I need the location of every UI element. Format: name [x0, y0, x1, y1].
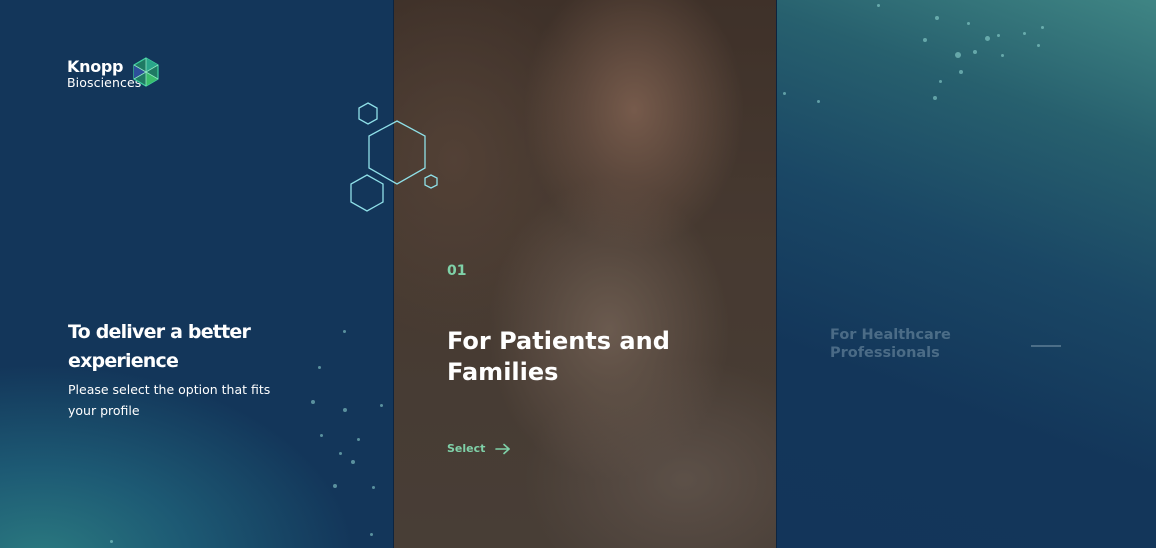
option-card-patients[interactable]: 01 For Patients and Families Select	[393, 0, 777, 548]
intro-panel: Knopp Biosciences To deliver a better ex…	[0, 0, 393, 548]
arrow-right-icon	[495, 443, 511, 454]
select-button-label: Select	[447, 442, 486, 455]
intro-block: To deliver a better experience Please se…	[68, 318, 298, 421]
hexagon-decoration-icon	[350, 102, 438, 212]
company-logo[interactable]: Knopp Biosciences	[67, 57, 159, 90]
option-number: 01	[447, 263, 467, 279]
option-title: For Patients and Families	[447, 327, 670, 386]
intro-subheading: Please select the option that fits your …	[68, 382, 271, 418]
option-title: For Healthcare Professionals	[830, 327, 951, 361]
option-dash-divider	[1031, 345, 1061, 347]
option-card-professionals[interactable]: For Healthcare Professionals	[777, 0, 1156, 548]
molecule-logo-icon	[133, 57, 159, 87]
select-button[interactable]: Select	[447, 442, 511, 455]
intro-heading: To deliver a better experience	[68, 321, 251, 372]
